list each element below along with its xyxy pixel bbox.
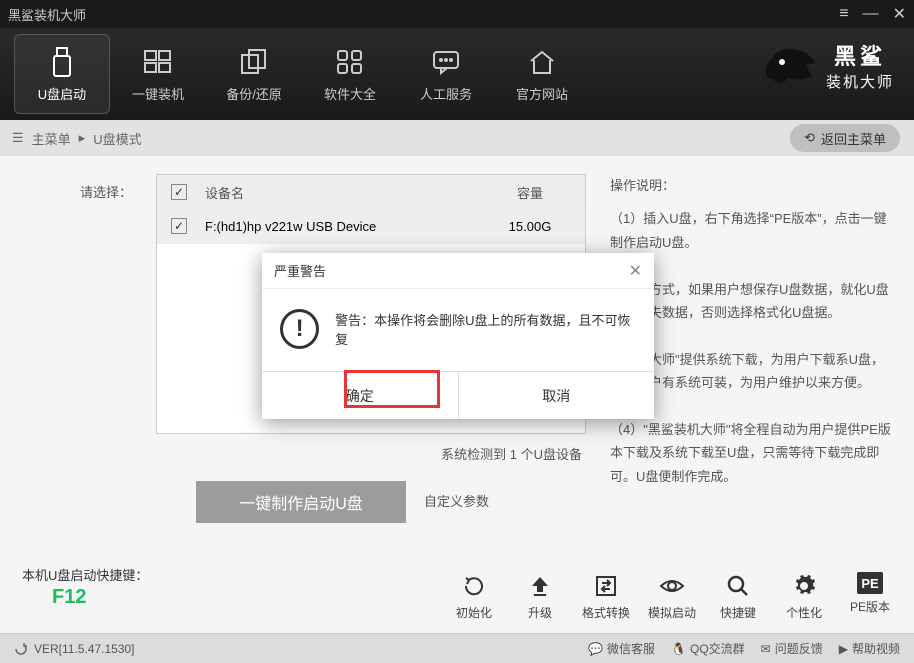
- brand-sub: 装机大师: [826, 71, 894, 92]
- eye-icon: [658, 572, 686, 600]
- convert-icon: [592, 572, 620, 600]
- dialog-ok-button[interactable]: 确定: [262, 372, 459, 419]
- usb-icon: [52, 46, 72, 78]
- col-device-name: 设备名: [201, 183, 475, 202]
- status-bar: VER[11.5.47.1530] 💬微信客服 🐧QQ交流群 ✉问题反馈 ▶帮助…: [0, 633, 914, 663]
- menu-icon[interactable]: ≡: [839, 5, 848, 23]
- dialog-cancel-button[interactable]: 取消: [459, 372, 655, 419]
- version-info[interactable]: VER[11.5.47.1530]: [14, 642, 135, 656]
- custom-params-link[interactable]: 自定义参数: [424, 491, 586, 510]
- tool-initialize[interactable]: 初始化: [450, 572, 498, 621]
- tool-pe-version[interactable]: PEPE版本: [846, 572, 894, 621]
- windows-icon: [143, 46, 173, 78]
- dialog-close-icon[interactable]: ✕: [629, 261, 642, 281]
- chevron-right-icon: ▸: [79, 130, 86, 146]
- tool-format-convert[interactable]: 格式转换: [582, 572, 630, 621]
- nav-oneclick-install[interactable]: 一键装机: [110, 34, 206, 114]
- nav-official-site[interactable]: 官方网站: [494, 34, 590, 114]
- tool-simulate-boot[interactable]: 模拟启动: [648, 572, 696, 621]
- col-capacity: 容量: [475, 183, 585, 202]
- instruction-step: （1）插入U盘，右下角选择“PE版本”，点击一键制作启动U盘。: [610, 207, 892, 254]
- cell-capacity: 15.00G: [475, 219, 585, 234]
- instructions-title: 操作说明：: [610, 174, 892, 197]
- warning-icon: !: [280, 309, 319, 349]
- breadcrumb: ☰ 主菜单 ▸ U盘模式 ⟲ 返回主菜单: [0, 120, 914, 156]
- nav-label: 一键装机: [132, 84, 184, 103]
- minimize-icon[interactable]: —: [863, 5, 879, 23]
- nav-label: 软件大全: [324, 84, 376, 103]
- nav-label: 人工服务: [420, 84, 472, 103]
- pe-icon: PE: [857, 572, 883, 594]
- nav-backup-restore[interactable]: 备份/还原: [206, 34, 302, 114]
- close-icon[interactable]: ✕: [893, 4, 906, 24]
- titlebar: 黑鲨装机大师 ≡ — ✕: [0, 0, 914, 28]
- row-checkbox[interactable]: ✓: [171, 218, 187, 234]
- reset-icon: [460, 572, 488, 600]
- search-icon: [724, 572, 752, 600]
- table-row[interactable]: ✓ F:(hd1)hp v221w USB Device 15.00G: [157, 209, 585, 243]
- back-to-main-button[interactable]: ⟲ 返回主菜单: [790, 124, 900, 152]
- hotkey-value: F12: [52, 586, 148, 609]
- wechat-support-link[interactable]: 💬微信客服: [588, 640, 655, 657]
- apps-icon: [336, 46, 364, 78]
- detection-status: 系统检测到 1 个U盘设备: [156, 434, 586, 463]
- dialog-message: 警告：本操作将会删除U盘上的所有数据，且不可恢复: [335, 310, 636, 348]
- refresh-icon: [14, 642, 28, 656]
- copy-icon: [239, 46, 269, 78]
- breadcrumb-sub: U盘模式: [93, 129, 141, 148]
- instruction-step: （4）"黑鲨装机大师"将全程自动为用户提供PE版本下载及系统下载至U盘，只需等待…: [610, 418, 892, 488]
- table-header: ✓ 设备名 容量: [157, 175, 585, 209]
- help-video-link[interactable]: ▶帮助视频: [839, 640, 900, 657]
- app-title: 黑鲨装机大师: [8, 5, 86, 24]
- tool-hotkey[interactable]: 快捷键: [714, 572, 762, 621]
- nav-label: U盘启动: [38, 84, 86, 103]
- brand-name: 黑鲨: [834, 39, 886, 71]
- back-label: 返回主菜单: [821, 129, 886, 148]
- hotkey-label: 本机U盘启动快捷键：: [22, 568, 148, 583]
- back-arrow-icon: ⟲: [804, 130, 815, 146]
- select-all-checkbox[interactable]: ✓: [171, 184, 187, 200]
- cell-device-name: F:(hd1)hp v221w USB Device: [201, 219, 475, 234]
- nav-support[interactable]: 人工服务: [398, 34, 494, 114]
- tool-upgrade[interactable]: 升级: [516, 572, 564, 621]
- nav-usb-boot[interactable]: U盘启动: [14, 34, 110, 114]
- shark-icon: [760, 38, 820, 92]
- qq-group-link[interactable]: 🐧QQ交流群: [671, 640, 745, 657]
- nav-label: 备份/还原: [226, 84, 282, 103]
- brand-logo: 黑鲨 装机大师: [760, 38, 894, 92]
- chat-icon: [431, 46, 461, 78]
- create-boot-usb-button[interactable]: 一键制作启动U盘: [196, 481, 406, 523]
- upgrade-icon: [526, 572, 554, 600]
- tool-customize[interactable]: 个性化: [780, 572, 828, 621]
- dialog-title: 严重警告: [274, 261, 326, 280]
- hotkey-info: 本机U盘启动快捷键： F12: [22, 565, 148, 609]
- choose-label: 请选择：: [80, 185, 132, 200]
- gear-icon: [790, 572, 818, 600]
- warning-dialog: 严重警告 ✕ ! 警告：本操作将会删除U盘上的所有数据，且不可恢复 确定 取消: [262, 253, 654, 419]
- home-icon: [527, 46, 557, 78]
- nav-software[interactable]: 软件大全: [302, 34, 398, 114]
- bottom-toolbar: 初始化 升级 格式转换 模拟启动 快捷键 个性化 PEPE版本: [450, 572, 894, 621]
- breadcrumb-main[interactable]: 主菜单: [32, 129, 71, 148]
- feedback-link[interactable]: ✉问题反馈: [761, 640, 823, 657]
- list-icon: ☰: [12, 130, 24, 146]
- nav-label: 官方网站: [516, 84, 568, 103]
- top-nav: U盘启动 一键装机 备份/还原 软件大全 人工服务 官方网站 黑鲨 装机大师: [0, 28, 914, 120]
